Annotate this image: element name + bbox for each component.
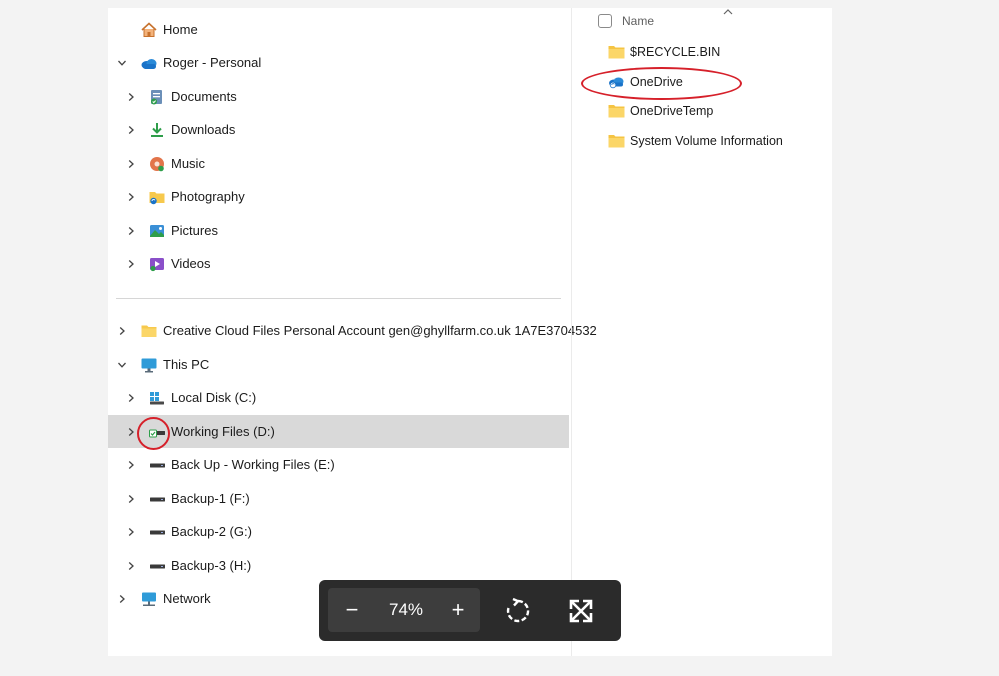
folder-icon [608,46,625,59]
nav-item-pictures[interactable]: Pictures [108,214,569,247]
nav-label: Backup-3 (H:) [171,558,252,573]
nav-item-photography[interactable]: Photography [108,180,569,213]
nav-item-drive-f[interactable]: Backup-1 (F:) [108,482,569,515]
chevron-right-icon[interactable] [123,457,139,473]
nav-label: Network [163,591,211,606]
chevron-right-icon[interactable] [123,89,139,105]
rotate-icon [506,597,530,623]
chevron-right-icon[interactable] [123,390,139,406]
select-all-checkbox[interactable] [598,14,612,28]
zoom-percent: 74% [388,600,424,619]
zoom-in-button[interactable]: + [436,588,480,632]
chevron-right-icon[interactable] [123,424,139,440]
chevron-right-icon[interactable] [123,122,139,138]
nav-divider [116,298,561,299]
file-list-pane: Name $RECYCLE.BIN OneDrive OneDriveTemp … [572,8,832,656]
nav-label: Music [171,156,205,171]
nav-item-drive-g[interactable]: Backup-2 (G:) [108,515,569,548]
folder-icon [608,105,625,118]
nav-item-drive-e[interactable]: Back Up - Working Files (E:) [108,448,569,481]
network-icon [142,592,156,606]
file-name: OneDriveTemp [630,104,714,118]
expand-icon [569,599,593,623]
nav-item-creative-cloud[interactable]: Creative Cloud Files Personal Account ge… [108,314,597,347]
file-name: System Volume Information [630,134,783,148]
nav-label: Videos [171,256,211,271]
navigation-pane: Home Roger - Personal Documents Download… [108,8,597,656]
nav-label: Documents [171,89,237,104]
zoom-controls: − 74% + [328,588,480,632]
fullscreen-button[interactable] [563,594,599,628]
nav-label: Photography [171,189,245,204]
home-icon [141,22,157,37]
nav-item-home[interactable]: Home [108,13,569,46]
nav-item-documents[interactable]: Documents [108,80,569,113]
nav-item-drive-c[interactable]: Local Disk (C:) [108,381,569,414]
chevron-right-icon[interactable] [123,256,139,272]
chevron-right-icon[interactable] [114,591,130,607]
column-header-name[interactable]: Name [622,14,654,28]
drive-sync-icon [149,429,165,438]
nav-label: Pictures [171,223,218,238]
file-row-system-volume-information[interactable]: System Volume Information [608,130,783,152]
file-row-onedrivetemp[interactable]: OneDriveTemp [608,100,713,122]
chevron-right-icon[interactable] [123,558,139,574]
minus-icon: − [345,597,359,622]
nav-item-drive-d[interactable]: Working Files (D:) [108,415,569,448]
nav-item-music[interactable]: Music [108,147,569,180]
nav-item-drive-h[interactable]: Backup-3 (H:) [108,549,569,582]
nav-item-videos[interactable]: Videos [108,247,569,280]
pictures-icon [150,225,164,237]
onedrive-cloud-icon [141,59,157,69]
computer-monitor-icon [141,358,157,373]
documents-icon [151,90,162,105]
drive-icon [150,564,165,569]
rotate-button[interactable] [500,594,536,628]
nav-label: Working Files (D:) [171,424,275,439]
chevron-right-icon[interactable] [123,491,139,507]
chevron-right-icon[interactable] [123,189,139,205]
nav-label: Backup-2 (G:) [171,524,252,539]
folder-sync-icon [149,192,165,205]
chevron-right-icon[interactable] [123,156,139,172]
drive-icon [150,497,165,502]
nav-label: Roger - Personal [163,55,262,70]
nav-item-onedrive-personal[interactable]: Roger - Personal [108,46,569,79]
videos-icon [150,258,164,272]
nav-item-this-pc[interactable]: This PC [108,348,569,381]
nav-label: Back Up - Working Files (E:) [171,457,335,472]
chevron-right-icon[interactable] [123,223,139,239]
nav-item-downloads[interactable]: Downloads [108,113,569,146]
nav-label: This PC [163,357,210,372]
image-zoom-toolbar: − 74% + [319,580,621,641]
file-name: OneDrive [630,75,683,89]
nav-label: Creative Cloud Files Personal Account ge… [163,323,597,338]
windows-drive-icon [150,392,164,405]
chevron-down-icon[interactable] [114,357,130,373]
chevron-down-icon[interactable] [114,55,130,71]
file-row-recycle-bin[interactable]: $RECYCLE.BIN [608,41,720,63]
onedrive-folder-icon [609,77,624,89]
plus-icon: + [451,597,465,622]
file-row-onedrive[interactable]: OneDrive [608,71,683,93]
nav-label: Backup-1 (F:) [171,491,250,506]
chevron-right-icon[interactable] [114,323,130,339]
nav-label: Home [163,22,198,37]
drive-icon [150,463,165,468]
folder-icon [141,325,157,337]
drive-icon [150,530,165,535]
music-icon [150,157,164,172]
zoom-out-button[interactable]: − [328,588,376,632]
sort-ascending-icon[interactable] [722,8,734,16]
folder-icon [608,135,625,148]
file-explorer-window: Home Roger - Personal Documents Download… [108,8,832,656]
downloads-icon [151,123,163,137]
nav-label: Local Disk (C:) [171,390,257,405]
chevron-right-icon[interactable] [123,524,139,540]
nav-label: Downloads [171,122,236,137]
file-name: $RECYCLE.BIN [630,45,721,59]
